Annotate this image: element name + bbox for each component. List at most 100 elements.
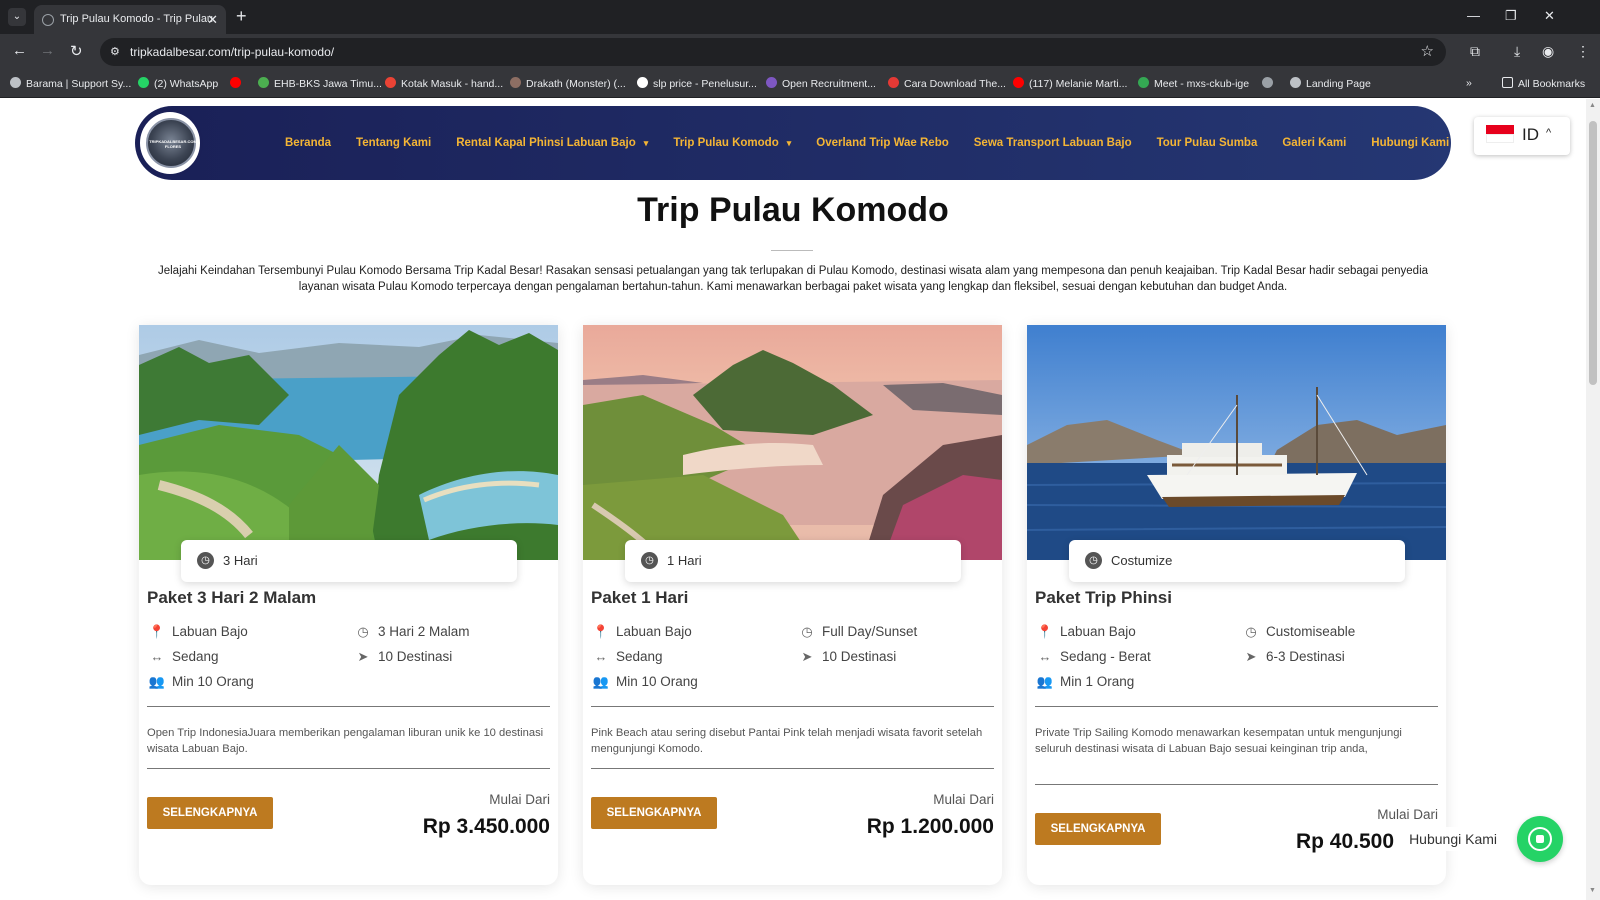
card-image-phinisi-boat[interactable] (1027, 325, 1446, 560)
bookmark-item[interactable] (1262, 77, 1278, 90)
browser-tab[interactable]: Trip Pulau Komodo - Trip Pulau ✕ (34, 5, 226, 34)
language-switcher[interactable]: ID ^ (1474, 117, 1570, 155)
chevron-up-icon: ^ (1546, 127, 1552, 139)
feature-location: 📍 Labuan Bajo (148, 624, 248, 639)
details-button[interactable]: SELENGKAPNYA (1035, 813, 1161, 845)
feature-destinations: ➤ 6-3 Destinasi (1241, 649, 1345, 665)
card-title[interactable]: Paket 3 Hari 2 Malam (147, 588, 316, 608)
nav-item-label: Rental Kapal Phinsi Labuan Bajo (456, 137, 636, 149)
bookmark-favicon-icon (766, 77, 777, 88)
nav-item-rental-kapal-phinsi-labuan-bajo[interactable]: Rental Kapal Phinsi Labuan Bajo ▾ (456, 137, 648, 149)
feature-min-people: 👥 Min 10 Orang (148, 674, 254, 689)
clock-icon: ◷ (801, 624, 813, 639)
bookmark-favicon-icon (385, 77, 396, 88)
scroll-up-icon[interactable]: ▲ (1589, 102, 1596, 109)
reload-icon[interactable]: ↻ (70, 42, 83, 60)
duration-text: Costumize (1111, 553, 1173, 568)
card-title[interactable]: Paket 1 Hari (591, 588, 688, 608)
site-logo[interactable]: TRIPKADALBESAR.COM FLORES (137, 109, 203, 177)
bookmark-item[interactable]: Cara Download The... (888, 77, 1006, 90)
nav-item-galeri-kami[interactable]: Galeri Kami (1282, 137, 1346, 149)
address-bar[interactable]: ⚙ tripkadalbesar.com/trip-pulau-komodo/ … (100, 38, 1446, 66)
chevron-down-icon[interactable]: ▾ (644, 138, 649, 149)
details-button[interactable]: SELENGKAPNYA (147, 797, 273, 829)
back-icon[interactable]: ← (12, 42, 27, 59)
bookmark-label: Kotak Masuk - hand... (401, 78, 504, 90)
tab-search-button[interactable]: ⌄ (8, 8, 26, 26)
duration-badge: ◷ Costumize (1069, 540, 1405, 582)
feature-time: ◷ Full Day/Sunset (797, 624, 917, 640)
feature-destinations: ➤ 10 Destinasi (353, 649, 453, 665)
map-pin-icon: 📍 (592, 624, 610, 639)
bookmark-item[interactable]: Landing Page (1290, 77, 1371, 90)
bookmark-label: Open Recruitment... (782, 78, 876, 90)
bookmark-item[interactable]: Meet - mxs-ckub-ige (1138, 77, 1249, 90)
download-icon[interactable]: ⤓ (1514, 43, 1520, 60)
new-tab-button[interactable]: + (236, 6, 247, 27)
whatsapp-icon (1528, 827, 1552, 851)
page-scrollbar[interactable]: ▲ ▼ (1586, 99, 1600, 900)
duration-badge: ◷ 1 Hari (625, 540, 961, 582)
restore-icon[interactable]: ❐ (1505, 8, 1517, 24)
bookmark-item[interactable]: Open Recruitment... (766, 77, 876, 90)
scrollbar-thumb[interactable] (1589, 121, 1597, 385)
bookmark-favicon-icon (258, 77, 269, 88)
clock-icon: ◷ (197, 552, 214, 569)
bookmark-item[interactable]: Drakath (Monster) (... (510, 77, 626, 90)
bookmark-label: Meet - mxs-ckub-ige (1154, 78, 1250, 90)
nav-item-tentang-kami[interactable]: Tentang Kami (356, 137, 431, 149)
nav-item-trip-pulau-komodo[interactable]: Trip Pulau Komodo ▾ (673, 137, 791, 149)
package-card: ◷ 3 Hari Paket 3 Hari 2 Malam 📍 Labuan Ba… (139, 325, 558, 885)
whatsapp-button[interactable] (1517, 816, 1563, 862)
nav-item-label: Hubungi Kami (1371, 137, 1450, 149)
profile-icon[interactable]: ◉ (1542, 43, 1554, 60)
scroll-down-icon[interactable]: ▼ (1589, 887, 1596, 894)
bookmark-item[interactable]: Barama | Support Sy... (10, 77, 131, 90)
site-navbar: TRIPKADALBESAR.COM FLORES Beranda Tentang… (135, 106, 1451, 180)
nav-item-beranda[interactable]: Beranda (285, 137, 331, 149)
card-image-padar-island[interactable] (139, 325, 558, 560)
nav-item-label: Overland Trip Wae Rebo (816, 137, 949, 149)
bookmark-favicon-icon (10, 77, 21, 88)
bookmark-favicon-icon (1262, 77, 1273, 88)
intro-paragraph: Jelajahi Keindahan Tersembunyi Pulau Kom… (157, 265, 1429, 293)
bookmark-item[interactable]: (2) WhatsApp (138, 77, 218, 90)
url-text[interactable]: tripkadalbesar.com/trip-pulau-komodo/ (130, 45, 334, 59)
bookmark-item[interactable]: slp price - Penelusur... (637, 77, 757, 90)
minimize-icon[interactable]: — (1467, 8, 1480, 23)
nav-item-sewa-transport-labuan-bajo[interactable]: Sewa Transport Labuan Bajo (974, 137, 1132, 149)
bookmark-favicon-icon (888, 77, 899, 88)
globe-icon (42, 14, 54, 26)
bookmark-item[interactable]: EHB-BKS Jawa Timu... (258, 77, 382, 90)
site-settings-icon[interactable]: ⚙ (110, 45, 120, 58)
details-button[interactable]: SELENGKAPNYA (591, 797, 717, 829)
bookmark-item[interactable]: Kotak Masuk - hand... (385, 77, 503, 90)
bookmark-star-icon[interactable]: ☆ (1421, 42, 1434, 60)
nav-item-tour-pulau-sumba[interactable]: Tour Pulau Sumba (1157, 137, 1258, 149)
forward-icon[interactable]: → (40, 42, 55, 59)
bookmarks-overflow-icon[interactable]: » (1466, 77, 1472, 89)
arrows-h-icon: ↔ (594, 649, 608, 664)
divider (1035, 706, 1438, 707)
menu-dots-icon[interactable]: ⋮ (1576, 43, 1590, 60)
card-title[interactable]: Paket Trip Phinsi (1035, 588, 1172, 608)
chevron-down-icon[interactable]: ▾ (787, 138, 792, 149)
users-icon: 👥 (592, 674, 610, 689)
tab-close-icon[interactable]: ✕ (207, 5, 218, 34)
nav-item-hubungi-kami[interactable]: Hubungi Kami (1371, 137, 1449, 149)
extensions-icon[interactable]: ⧉ (1470, 43, 1480, 60)
divider (147, 706, 550, 707)
card-image-padar-sunset[interactable] (583, 325, 1002, 560)
whatsapp-label[interactable]: Hubungi Kami (1399, 827, 1503, 851)
window-close-icon[interactable]: ✕ (1544, 8, 1555, 24)
nav-item-overland-trip-wae-rebo[interactable]: Overland Trip Wae Rebo (816, 137, 949, 149)
feature-destinations: ➤ 10 Destinasi (797, 649, 897, 665)
feature-level: ↔ Sedang (591, 649, 663, 664)
bookmark-item[interactable]: (117) Melanie Marti... (1013, 77, 1127, 90)
browser-toolbar: ← → ↻ ⚙ tripkadalbesar.com/trip-pulau-ko… (0, 34, 1600, 70)
clock-icon: ◷ (357, 624, 369, 639)
bookmark-item[interactable] (230, 77, 246, 90)
feature-min-people: 👥 Min 1 Orang (1036, 674, 1135, 689)
all-bookmarks[interactable]: All Bookmarks (1502, 77, 1585, 90)
nav-item-label: Sewa Transport Labuan Bajo (973, 137, 1132, 149)
